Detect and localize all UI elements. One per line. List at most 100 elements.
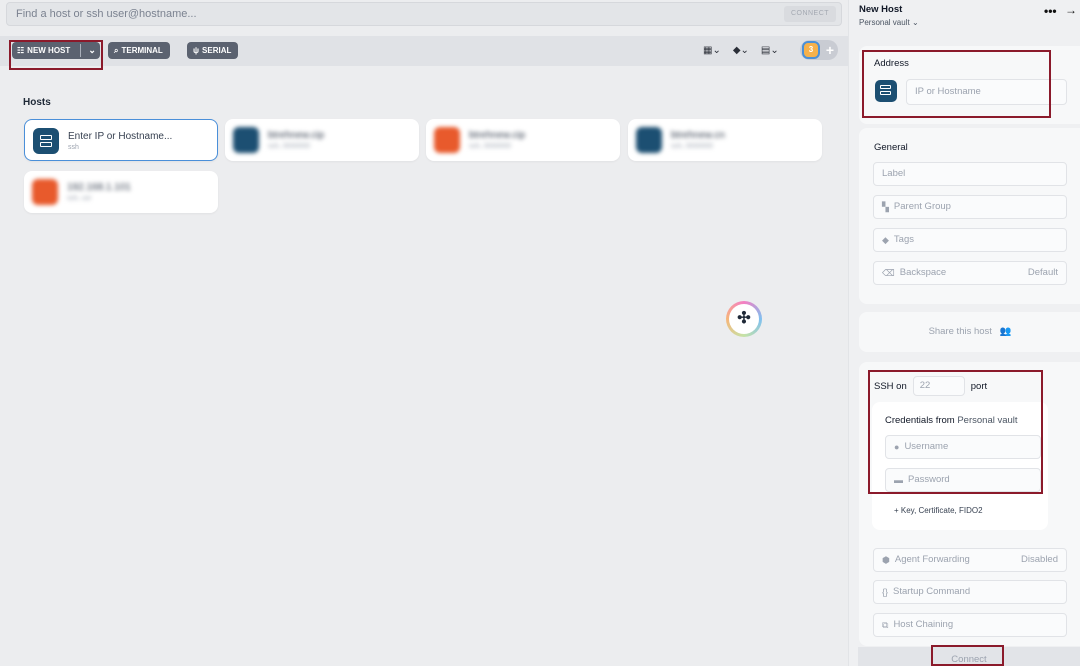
new-host-card[interactable]: Enter IP or Hostname... ssh	[24, 119, 218, 161]
toolbar: ☷ NEW HOST ⌄ ⌕ TERMINAL ψ SERIAL ▦⌄ ◆⌄ ▤…	[0, 36, 848, 66]
server-icon	[875, 80, 897, 102]
general-label: General	[874, 142, 908, 153]
agent-forwarding-field[interactable]: ⬢ Agent Forwarding Disabled	[873, 548, 1067, 572]
host-card[interactable]: btrehnew.cip ssh, 0000000	[225, 119, 419, 161]
password-icon: ▬	[894, 475, 903, 485]
host-title: btrehnew.cip	[268, 130, 325, 141]
shield-icon: ⬢	[882, 555, 890, 565]
backspace-value: Default	[1027, 267, 1058, 278]
users-icon: 👥	[999, 326, 1012, 337]
chevron-down-icon: ⌄	[911, 18, 919, 27]
user-icon: ●	[894, 442, 900, 452]
port-value: 22	[919, 380, 931, 391]
host-card[interactable]: btrehnew.cn ssh, 0000000	[628, 119, 822, 161]
backspace-label: Backspace	[899, 267, 947, 278]
ssh-on-label: SSH on	[874, 380, 907, 392]
password-placeholder: Password	[908, 474, 950, 485]
new-host-label: NEW HOST	[27, 46, 71, 55]
address-label: Address	[874, 58, 909, 69]
parent-group-field[interactable]: ▚ Parent Group	[873, 195, 1067, 219]
host-subtitle: ssh	[68, 144, 79, 151]
terminal-button[interactable]: ⌕ TERMINAL	[108, 42, 170, 59]
chain-icon: ⧉	[882, 620, 889, 630]
more-options-icon[interactable]: •••	[1044, 4, 1057, 18]
hosts-area: CONNECT ☷ NEW HOST ⌄ ⌕ TERMINAL ψ SERIAL…	[0, 0, 848, 666]
ssh-section: SSH on 22 port Credentials from Personal…	[859, 362, 1080, 646]
host-card[interactable]: btrehnew.cip ssh, 0000000	[426, 119, 620, 161]
sort-icon[interactable]: ▤⌄	[761, 45, 779, 56]
host-title: btrehnew.cn	[671, 130, 725, 141]
app-logo: ✣	[726, 301, 762, 337]
server-icon: ☷	[17, 46, 25, 55]
grid-view-icon[interactable]: ▦⌄	[703, 45, 721, 56]
label-input[interactable]: Label	[873, 162, 1067, 186]
host-chaining-field[interactable]: ⧉ Host Chaining	[873, 613, 1067, 637]
new-host-panel: New Host Personal vault ⌄ ••• → Address …	[848, 0, 1080, 666]
logo-icon: ✣	[729, 304, 759, 334]
tag-icon: ◆	[882, 235, 889, 245]
close-panel-arrow-icon[interactable]: →	[1065, 3, 1077, 17]
ubuntu-icon	[32, 179, 58, 205]
credentials-label: Credentials from	[885, 415, 955, 426]
view-options: ▦⌄ ◆⌄ ▤⌄	[703, 45, 779, 56]
general-section: General Label ▚ Parent Group ◆ Tags ⌫ Ba…	[859, 128, 1080, 304]
serial-label: SERIAL	[202, 46, 232, 55]
port-label: port	[970, 380, 988, 392]
chevron-down-icon[interactable]: ⌄	[84, 42, 100, 59]
host-title: Enter IP or Hostname...	[68, 131, 173, 142]
server-icon	[636, 127, 662, 153]
port-input[interactable]: 22	[912, 376, 965, 396]
host-chaining-label: Host Chaining	[893, 619, 954, 630]
host-subtitle: ssh, 0000000	[671, 143, 714, 150]
share-section[interactable]: Share this host 👥	[859, 312, 1080, 352]
section-title: Hosts	[23, 97, 51, 108]
serial-button[interactable]: ψ SERIAL	[187, 42, 239, 59]
tags-label: Tags	[893, 234, 914, 245]
avatar[interactable]: 3	[802, 41, 820, 59]
address-placeholder: IP or Hostname	[915, 86, 981, 97]
backspace-icon: ⌫	[882, 268, 895, 278]
folder-icon: ▚	[882, 202, 889, 212]
vault-selector[interactable]: Personal vault ⌄	[859, 18, 919, 27]
agent-forwarding-value: Disabled	[1021, 554, 1058, 565]
panel-title: New Host	[859, 4, 903, 15]
credentials-source[interactable]: Personal vault	[957, 415, 1017, 426]
new-host-button[interactable]: ☷ NEW HOST ⌄	[12, 42, 100, 59]
server-icon	[33, 128, 59, 154]
password-input[interactable]: ▬ Password	[885, 468, 1041, 492]
vault-label: Personal vault	[859, 18, 910, 27]
host-subtitle: ssh, 0000000	[268, 143, 311, 150]
share-label: Share this host	[928, 326, 992, 337]
users-pill[interactable]: 3 +	[800, 40, 838, 60]
add-key-link[interactable]: + Key, Certificate, FIDO2	[894, 506, 983, 515]
braces-icon: {}	[882, 587, 889, 597]
serial-icon: ψ	[193, 46, 200, 55]
startup-command-field[interactable]: {} Startup Command	[873, 580, 1067, 604]
backspace-field[interactable]: ⌫ Backspace Default	[873, 261, 1067, 285]
username-input[interactable]: ● Username	[885, 435, 1041, 459]
terminal-icon: ⌕	[114, 46, 119, 55]
username-placeholder: Username	[904, 441, 949, 452]
host-subtitle: ssh, usr	[67, 195, 92, 202]
startup-command-label: Startup Command	[893, 586, 971, 597]
tag-filter-icon[interactable]: ◆⌄	[733, 45, 749, 56]
agent-forwarding-label: Agent Forwarding	[894, 554, 970, 565]
host-title: 192.168.1.101	[67, 182, 131, 193]
terminal-label: TERMINAL	[121, 46, 163, 55]
search-connect-button[interactable]: CONNECT	[784, 6, 836, 22]
host-card[interactable]: 192.168.1.101 ssh, usr	[24, 171, 218, 213]
plus-icon[interactable]: +	[826, 41, 834, 59]
host-title: btrehnew.cip	[469, 130, 526, 141]
split-divider	[80, 44, 82, 57]
server-icon	[233, 127, 259, 153]
search-input[interactable]	[7, 3, 767, 25]
credentials-card: Credentials from Personal vault ● Userna…	[872, 402, 1048, 530]
tags-field[interactable]: ◆ Tags	[873, 228, 1067, 252]
connect-label: Connect	[951, 654, 987, 665]
address-input[interactable]: IP or Hostname	[906, 79, 1067, 105]
connect-button[interactable]: Connect	[858, 647, 1080, 666]
address-section: Address IP or Hostname	[859, 46, 1080, 124]
label-placeholder: Label	[882, 168, 906, 179]
ubuntu-icon	[434, 127, 460, 153]
search-bar[interactable]: CONNECT	[6, 2, 842, 26]
